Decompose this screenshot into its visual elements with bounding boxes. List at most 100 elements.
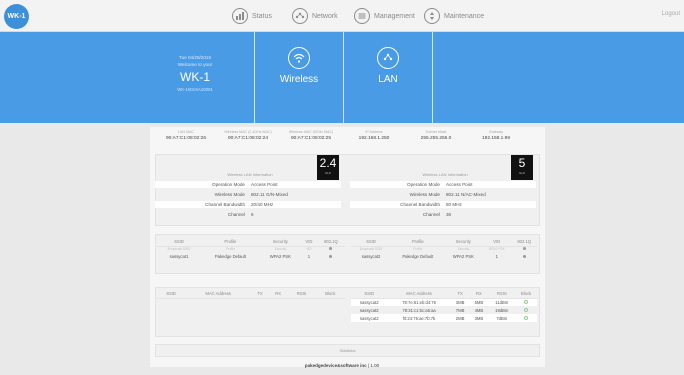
col-header: Block	[515, 290, 537, 299]
col-header: SSID	[351, 238, 392, 247]
vlan-icon	[522, 247, 526, 251]
status-icon	[232, 8, 248, 24]
logo[interactable]: WK-1	[4, 4, 29, 29]
stat-lan-mac: LAN MAC 90:A7:C1:08:02:26	[158, 130, 214, 141]
col-header: VID	[300, 238, 317, 247]
table-header-row: SSID MAC Address TX RX RSSI Block	[157, 290, 345, 299]
nav-status-label: Status	[252, 12, 272, 20]
vid-cell: 1	[307, 253, 311, 259]
block-toggle[interactable]	[524, 307, 529, 312]
footer-brand: pakedgedevice&software inc	[304, 363, 367, 368]
stat-value: 90:A7:C1:08:02:24	[227, 136, 268, 141]
row-label: Wireless Mode	[214, 192, 245, 197]
stat-label: LAN MAC	[178, 130, 194, 134]
profile-cell: Pakedge Default	[214, 253, 246, 259]
statistics-section[interactable]: Statistics	[155, 344, 540, 357]
row-value: 20/40 MHz	[251, 202, 274, 207]
dashboard-banner: Tue 04/28/2015 Welcome to your WK-1 WK-1…	[0, 32, 684, 123]
wireless-label[interactable]: Wireless	[259, 74, 339, 85]
row-label: Channel Bandwidth	[205, 202, 245, 207]
wlan24-row: Channel Bandwidth 20/40 MHz	[155, 201, 341, 208]
row-label: Operation Mode	[407, 182, 440, 187]
lan-label[interactable]: LAN	[348, 74, 428, 85]
row-value: 6	[251, 212, 254, 217]
client-rssi: 11dBm	[488, 298, 516, 306]
col-header: Profile	[200, 238, 260, 247]
col-header: RX	[469, 290, 489, 299]
maintenance-icon	[424, 8, 440, 24]
row-value: 802.11 N/AC-Mixed	[446, 192, 486, 197]
wlan24-row: Wireless Mode 802.11 G/N-Mixed	[155, 191, 341, 198]
client-rx: 4MB	[474, 307, 484, 313]
nav-network-label: Network	[312, 12, 338, 20]
logout-link[interactable]: Logout	[662, 11, 680, 17]
col-header: RSSI	[488, 290, 516, 299]
row-label: Operation Mode	[212, 182, 245, 187]
block-toggle[interactable]	[524, 299, 529, 304]
stat-value: 192.168.1.250	[358, 136, 390, 141]
table-header-row: SSID MAC Address TX RX RSSI Block	[351, 290, 537, 299]
ssid-table-5: SSID Profile Security VID 802.1Q Broadca…	[351, 238, 537, 260]
wlan24-title: Wireless LAN Information	[227, 172, 273, 177]
vlan-icon	[329, 247, 333, 251]
row-label: Channel Bandwidth	[400, 202, 440, 207]
lan-icon[interactable]	[377, 47, 399, 69]
stat-subnet-mask: Subnet Mask 255.255.255.0	[408, 130, 464, 141]
block-cell	[515, 306, 537, 314]
dot1q-cell	[317, 252, 345, 260]
welcome-text: Welcome to your	[177, 62, 213, 67]
client-ssid: sassycat2	[351, 298, 388, 306]
col-header: RSSI	[287, 290, 316, 299]
col-header: TX	[450, 290, 470, 299]
profile-cell: Pakedge Default	[402, 253, 434, 259]
ssid-cell: sassycat1	[169, 253, 189, 259]
col-header: TX	[251, 290, 269, 299]
block-cell	[515, 314, 537, 322]
wlan5-row: Operation Mode Access Point	[350, 181, 536, 188]
row-label: Wireless Mode	[409, 192, 440, 197]
stat-wireless-mac-5: Wireless MAC (5GHz MAC) 90:A7:C1:08:02:2…	[283, 130, 339, 141]
nav-maintenance[interactable]: Maintenance	[424, 7, 484, 25]
block-toggle[interactable]	[524, 315, 529, 320]
ssid-cell: sassycat2	[361, 253, 381, 259]
wlan5-title: Wireless LAN Information	[422, 172, 468, 177]
badge-number: 5	[518, 156, 526, 170]
row-label: Channel	[227, 212, 245, 217]
col-header: Profile	[391, 238, 445, 247]
dot1q-cell	[511, 252, 537, 260]
client-tx: 3MB	[450, 298, 470, 306]
client-rssi: 19dBm	[495, 307, 509, 313]
vlan-icon	[522, 254, 526, 258]
footer: pakedgedevice&software inc | 1.00	[0, 363, 684, 368]
clients-table-24: SSID MAC Address TX RX RSSI Block	[157, 290, 345, 299]
row-value: 802.11 G/N-Mixed	[251, 192, 288, 197]
ssid-table-24: SSID Profile Security VID 802.1Q Broadca…	[157, 238, 345, 260]
client-mac: f0:24:75:ae:7b:7b	[387, 314, 451, 322]
stat-gateway: Gateway 192.168.1.99	[468, 130, 524, 141]
col-header: SSID	[157, 238, 201, 247]
table-header-row: SSID Profile Security VID 802.1Q	[351, 238, 537, 247]
client-ssid: sassycat2	[359, 307, 379, 313]
stat-value: 90:A7:C1:08:02:25	[290, 136, 331, 141]
col-header: SSID	[351, 290, 388, 299]
security-cell: WPA2 PSK	[452, 253, 474, 259]
col-header: 802.1Q	[511, 238, 537, 247]
client-mac: 78:7e:61:eb:d4:76	[387, 298, 451, 306]
wlan5-row: Channel Bandwidth 80 MHz	[350, 201, 536, 208]
nav-management[interactable]: Management	[354, 7, 415, 25]
banner-divider	[254, 32, 255, 123]
client-ssid: sassycat2	[351, 314, 388, 322]
wireless-icon[interactable]	[288, 47, 310, 69]
client-tx: 7MB	[455, 307, 465, 313]
nav-network[interactable]: Network	[292, 7, 338, 25]
vlan-icon	[329, 254, 333, 258]
clients-table-5: SSID MAC Address TX RX RSSI Block sassyc…	[351, 290, 537, 322]
wlan24-row: Operation Mode Access Point	[155, 181, 341, 188]
col-header: Block	[315, 290, 345, 299]
security-cell: WPA2 PSK	[269, 253, 291, 259]
nav-status[interactable]: Status	[232, 7, 272, 25]
stat-wireless-mac-24: Wireless MAC (2.4GHz MAC) 90:A7:C1:08:02…	[220, 130, 276, 141]
col-header: MAC Address	[387, 290, 451, 299]
row-value: Access Point	[251, 182, 278, 187]
device-date-block: Tue 04/28/2015 Welcome to your	[150, 54, 240, 68]
